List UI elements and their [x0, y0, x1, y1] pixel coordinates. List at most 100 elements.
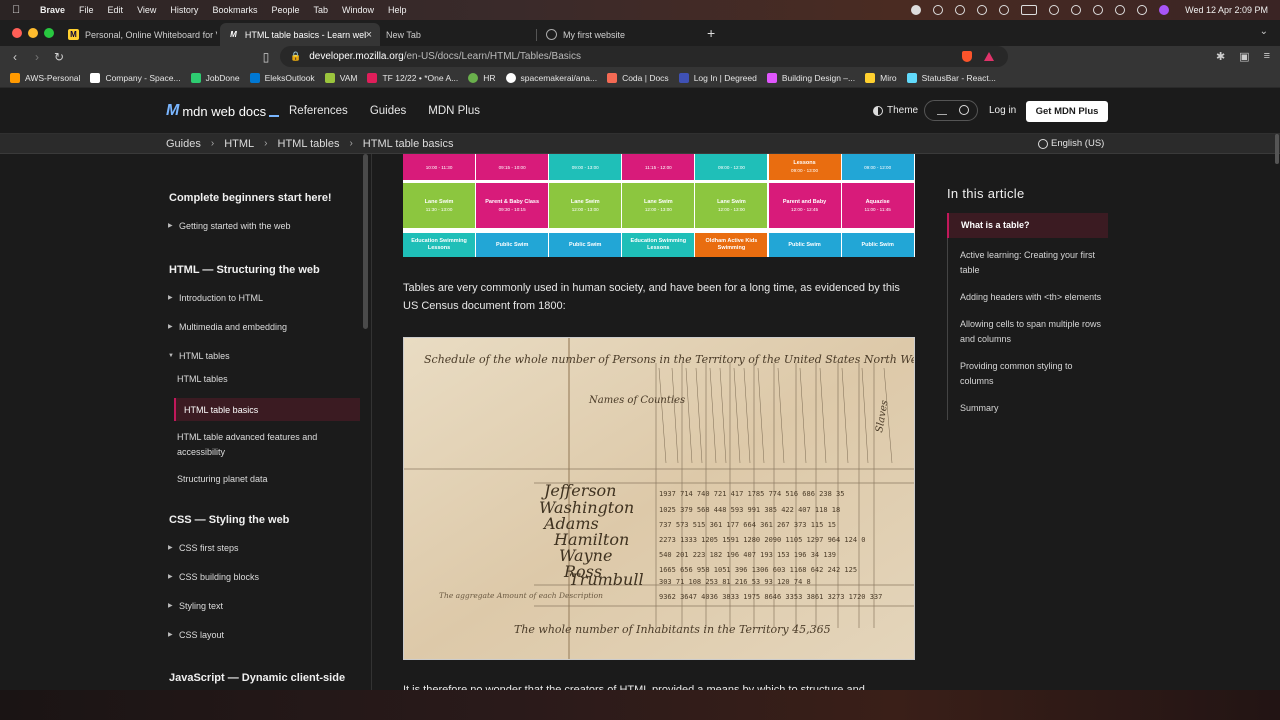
extensions-icon[interactable]: ✱: [1216, 50, 1225, 63]
zoom-window-icon[interactable]: [44, 28, 54, 38]
bookmark-item[interactable]: AWS-Personal: [10, 72, 80, 83]
bookmark-item[interactable]: TF 12/22 • *One A...: [367, 72, 458, 83]
tab-new[interactable]: New Tab: [378, 23, 534, 46]
screen-icon[interactable]: [977, 5, 988, 15]
menu-app[interactable]: Brave: [40, 5, 65, 15]
bookmark-item[interactable]: spacemakerai/ana...: [505, 72, 597, 83]
bookmark-item[interactable]: StatusBar - React...: [906, 72, 996, 83]
sidebar-item-css-first-steps[interactable]: ▶ CSS first steps: [168, 541, 348, 556]
close-window-icon[interactable]: [12, 28, 22, 38]
menu-file[interactable]: File: [79, 5, 94, 15]
browser-tab-strip: M Personal, Online Whiteboard for Vi M H…: [0, 20, 1280, 46]
timetable-cell: 11:15 - 12:00: [622, 154, 695, 180]
toc-item-spanning-cells[interactable]: Allowing cells to span multiple rows and…: [948, 313, 1108, 351]
bluetooth-icon[interactable]: [1049, 5, 1060, 15]
sidebar-subitem-planet-data[interactable]: Structuring planet data: [177, 472, 347, 487]
clock[interactable]: Wed 12 Apr 2:09 PM: [1185, 5, 1268, 15]
sidebar-item-css-layout[interactable]: ▶ CSS layout: [168, 628, 348, 643]
sidebar-subitem-html-table-basics[interactable]: HTML table basics: [174, 398, 360, 421]
search-icon[interactable]: [959, 105, 969, 115]
bookmark-item[interactable]: HR: [468, 72, 496, 83]
menu-edit[interactable]: Edit: [108, 5, 124, 15]
page-scrollbar[interactable]: [1275, 134, 1279, 164]
toc-item-summary[interactable]: Summary: [948, 397, 1108, 420]
theme-toggle[interactable]: Theme: [873, 105, 918, 116]
bookmark-item[interactable]: Coda | Docs: [607, 72, 669, 83]
brave-shield-icon[interactable]: [962, 51, 972, 62]
get-mdn-plus-button[interactable]: Get MDN Plus: [1026, 101, 1108, 122]
breadcrumb-current[interactable]: HTML table basics: [363, 138, 454, 150]
timetable-cell-time: 09:30 - 10:15: [498, 206, 526, 212]
compass-icon[interactable]: [933, 5, 944, 15]
bookmark-item[interactable]: Company - Space...: [90, 72, 181, 83]
menu-help[interactable]: Help: [388, 5, 407, 15]
space-icon: [90, 72, 101, 83]
toc-item-active-learning[interactable]: Active learning: Creating your first tab…: [948, 244, 1108, 282]
wifi-icon[interactable]: [1071, 5, 1082, 15]
menu-history[interactable]: History: [170, 5, 198, 15]
top-nav: References Guides MDN Plus: [289, 105, 480, 117]
bookmark-icon[interactable]: ▯: [255, 50, 277, 64]
siri-icon[interactable]: [1159, 5, 1170, 15]
bookmark-item[interactable]: Building Design –...: [766, 72, 855, 83]
record-icon[interactable]: [911, 5, 922, 15]
minimize-window-icon[interactable]: [28, 28, 38, 38]
menu-view[interactable]: View: [137, 5, 156, 15]
nav-mdn-plus[interactable]: MDN Plus: [428, 105, 480, 117]
reload-icon[interactable]: ↻: [48, 50, 70, 64]
sidebar-item-html-tables[interactable]: ▼ HTML tables: [168, 349, 348, 364]
brave-rewards-icon[interactable]: [984, 52, 994, 61]
close-tab-icon[interactable]: ×: [366, 29, 372, 41]
sidebar-subitem-advanced[interactable]: HTML table advanced features and accessi…: [177, 430, 347, 460]
breadcrumb-html-tables[interactable]: HTML tables: [278, 138, 340, 150]
control-center-icon[interactable]: [1137, 5, 1148, 15]
bookmark-item[interactable]: EleksOutlook: [249, 72, 315, 83]
breadcrumb-guides[interactable]: Guides: [166, 138, 201, 150]
address-bar[interactable]: 🔒 developer.mozilla.org /en-US/docs/Lear…: [280, 46, 1008, 67]
nav-references[interactable]: References: [289, 105, 348, 117]
bookmark-item[interactable]: Miro: [865, 72, 897, 83]
tab-mdn[interactable]: M HTML table basics - Learn web ×: [220, 23, 380, 46]
bookmark-item[interactable]: VAM: [324, 72, 357, 83]
language-switcher[interactable]: English (US): [1038, 138, 1104, 149]
nav-guides[interactable]: Guides: [370, 105, 406, 117]
menu-window[interactable]: Window: [342, 5, 374, 15]
battery-icon[interactable]: [1021, 5, 1038, 15]
grammarly-icon[interactable]: [955, 5, 966, 15]
play-icon[interactable]: [999, 5, 1010, 15]
mdn-logo[interactable]: M mdn web docs: [166, 102, 280, 120]
bookmark-item[interactable]: JobDone: [190, 72, 240, 83]
sidebar-item-styling-text[interactable]: ▶ Styling text: [168, 599, 348, 614]
menu-icon[interactable]: ≡: [1264, 50, 1270, 63]
sidebar-scrollbar[interactable]: [363, 154, 368, 329]
toc-title: In this article: [947, 186, 1025, 201]
sidebar-item-css-building-blocks[interactable]: ▶ CSS building blocks: [168, 570, 348, 585]
back-icon[interactable]: ‹: [4, 50, 26, 64]
menu-tab[interactable]: Tab: [313, 5, 328, 15]
sidebar-subitem-html-tables[interactable]: HTML tables: [177, 372, 347, 387]
search-input[interactable]: [924, 100, 978, 121]
menu-bookmarks[interactable]: Bookmarks: [212, 5, 257, 15]
apple-icon[interactable]: : [12, 4, 26, 16]
menu-people[interactable]: People: [271, 5, 299, 15]
toc-item-adding-headers[interactable]: Adding headers with <th> elements: [948, 286, 1108, 309]
bookmark-item[interactable]: Log In | Degreed: [678, 72, 757, 83]
tab-list-chevron-icon[interactable]: ⌄: [1260, 26, 1268, 37]
user-icon[interactable]: [1093, 5, 1104, 15]
new-tab-button[interactable]: +: [707, 25, 715, 41]
breadcrumb-html[interactable]: HTML: [224, 138, 254, 150]
toc-item-what-is-a-table[interactable]: What is a table?: [947, 213, 1108, 238]
forward-icon[interactable]: ›: [26, 50, 48, 64]
timetable-cell-label: Education Swimming Lessons: [630, 238, 687, 251]
tab-miro[interactable]: M Personal, Online Whiteboard for Vi: [60, 23, 218, 46]
sidebar-item-multimedia[interactable]: ▶ Multimedia and embedding: [168, 320, 348, 335]
toc-item-styling-columns[interactable]: Providing common styling to columns: [948, 355, 1108, 393]
sidebar-item-intro-html[interactable]: ▶ Introduction to HTML: [168, 291, 348, 306]
timetable-cell: Lane Swim 12:00 - 13:00: [695, 183, 768, 228]
wallet-icon[interactable]: ▣: [1239, 50, 1249, 63]
main-content: 10:00 - 11:30 09:15 - 10:00 09:00 - 13:00 1…: [373, 154, 933, 720]
tab-my-first-website[interactable]: My first website: [538, 23, 698, 46]
search-icon[interactable]: [1115, 5, 1126, 15]
login-link[interactable]: Log in: [989, 105, 1016, 116]
sidebar-item-getting-started[interactable]: ▶ Getting started with the web: [168, 219, 348, 234]
